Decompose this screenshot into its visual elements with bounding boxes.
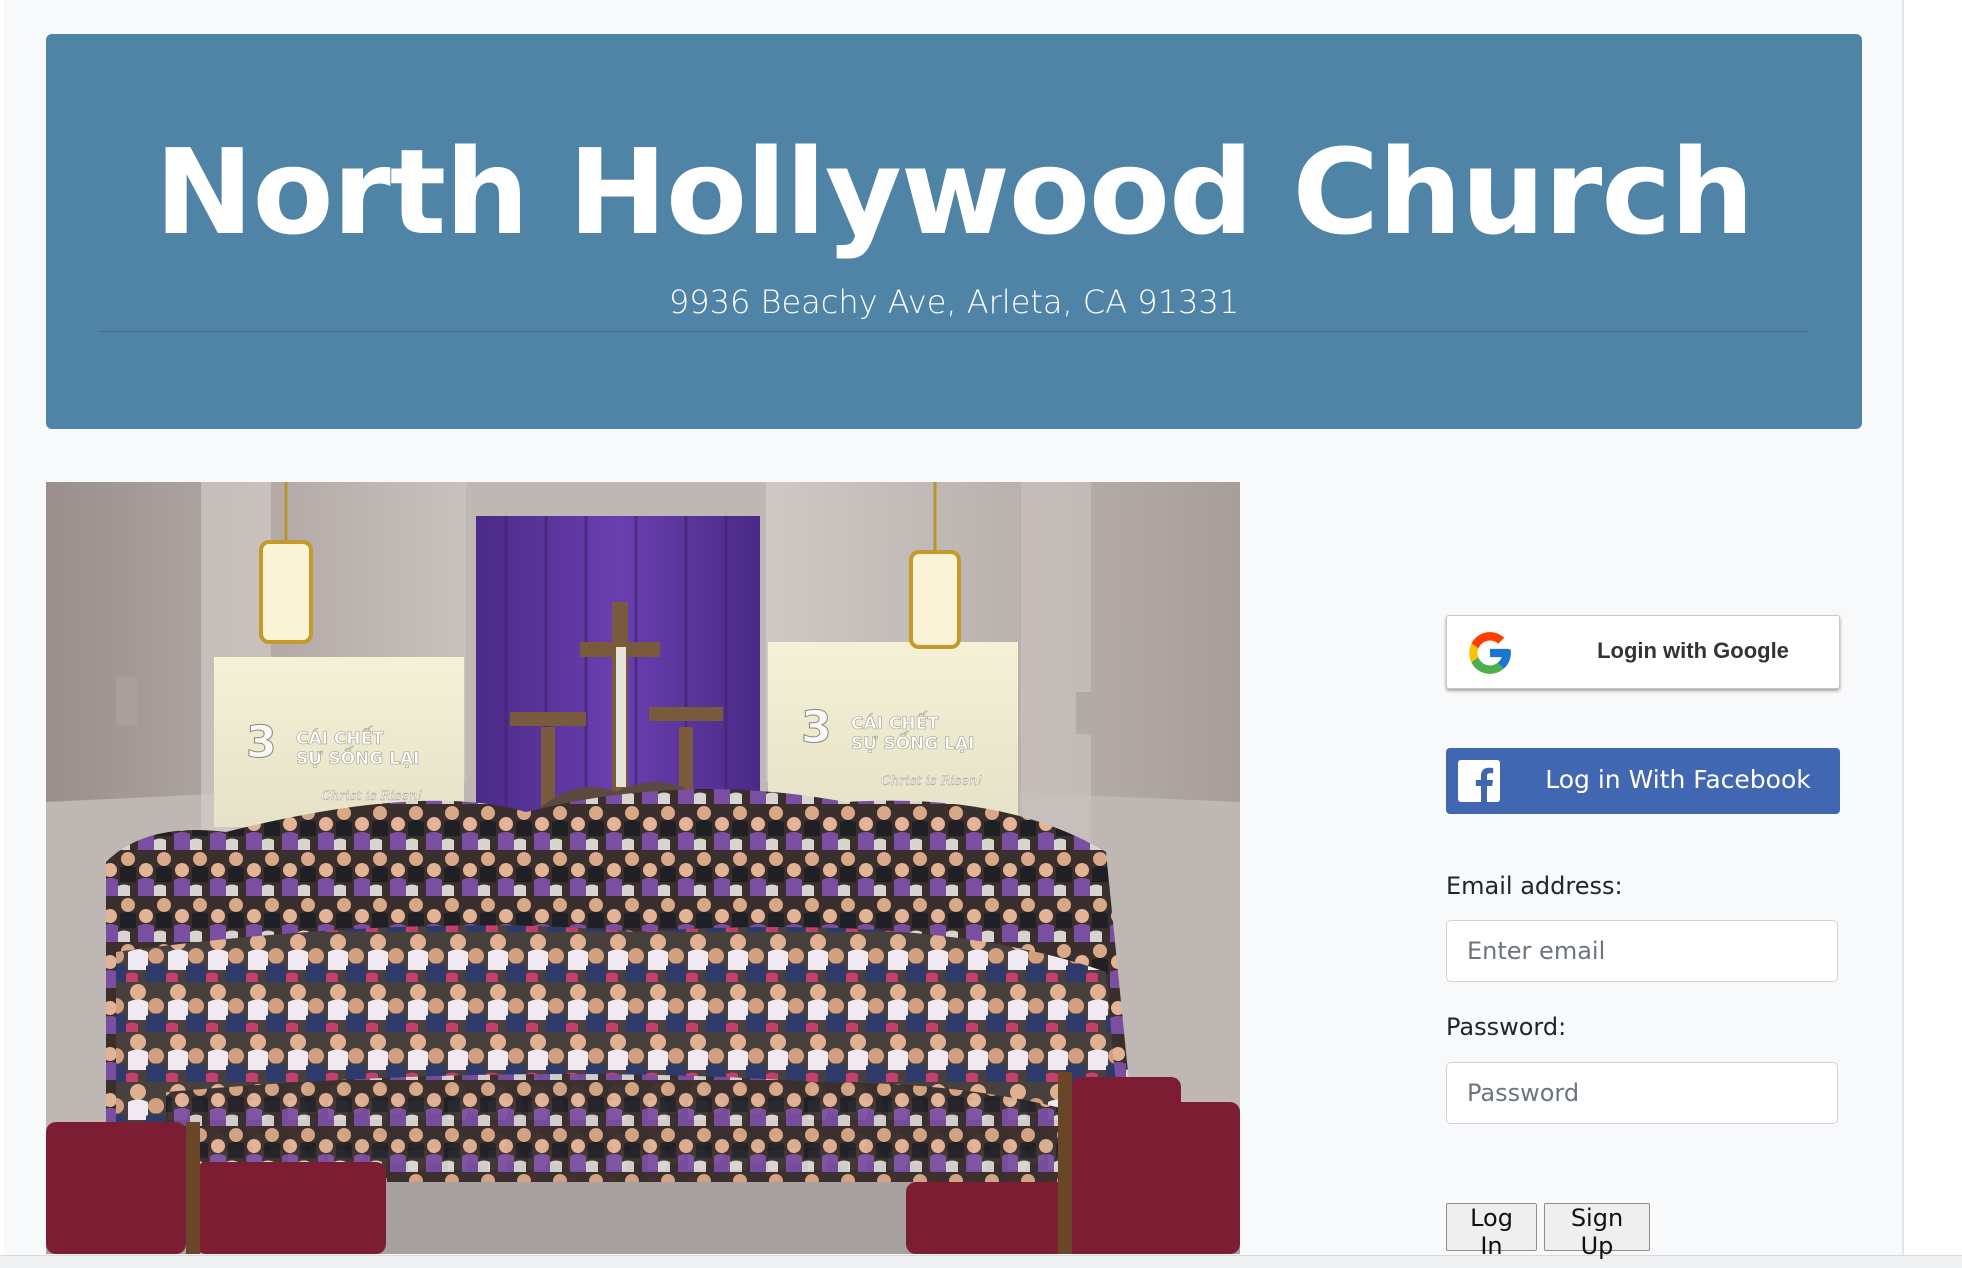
right-screen-line1: CÁI CHẾT bbox=[851, 710, 939, 734]
password-label: Password: bbox=[1446, 1013, 1567, 1041]
left-screen-number: 3 bbox=[246, 717, 277, 768]
right-screen-number: 3 bbox=[801, 702, 832, 753]
password-input[interactable] bbox=[1446, 1062, 1838, 1124]
page-bottom-edge bbox=[0, 1255, 1962, 1268]
log-in-button[interactable]: Log In bbox=[1446, 1203, 1537, 1260]
email-label: Email address: bbox=[1446, 872, 1623, 900]
right-screen-line2: SỰ SỐNG LẠI bbox=[851, 730, 974, 754]
header-divider bbox=[100, 331, 1808, 332]
church-header: North Hollywood Church 9936 Beachy Ave, … bbox=[46, 34, 1862, 429]
google-g-icon bbox=[1469, 632, 1511, 674]
google-button-label: Login with Google bbox=[1597, 638, 1789, 663]
right-screen-tag: Christ is Risen! bbox=[881, 774, 983, 789]
sign-up-button[interactable]: Sign Up bbox=[1544, 1203, 1650, 1260]
login-with-google-button[interactable]: Login with Google bbox=[1446, 615, 1840, 689]
church-address: 9936 Beachy Ave, Arleta, CA 91331 bbox=[668, 283, 1240, 321]
email-input[interactable] bbox=[1446, 920, 1838, 982]
facebook-button-label: Log in With Facebook bbox=[1545, 765, 1811, 794]
left-screen-line1: CÁI CHẾT bbox=[296, 725, 384, 749]
congregation-photo: 3 CÁI CHẾT SỰ SỐNG LẠI Christ is Risen! … bbox=[46, 482, 1240, 1254]
login-with-facebook-button[interactable]: Log in With Facebook bbox=[1446, 748, 1840, 814]
left-screen-line2: SỰ SỐNG LẠI bbox=[296, 745, 419, 769]
church-name: North Hollywood Church bbox=[154, 123, 1755, 261]
facebook-f-icon bbox=[1458, 760, 1500, 802]
